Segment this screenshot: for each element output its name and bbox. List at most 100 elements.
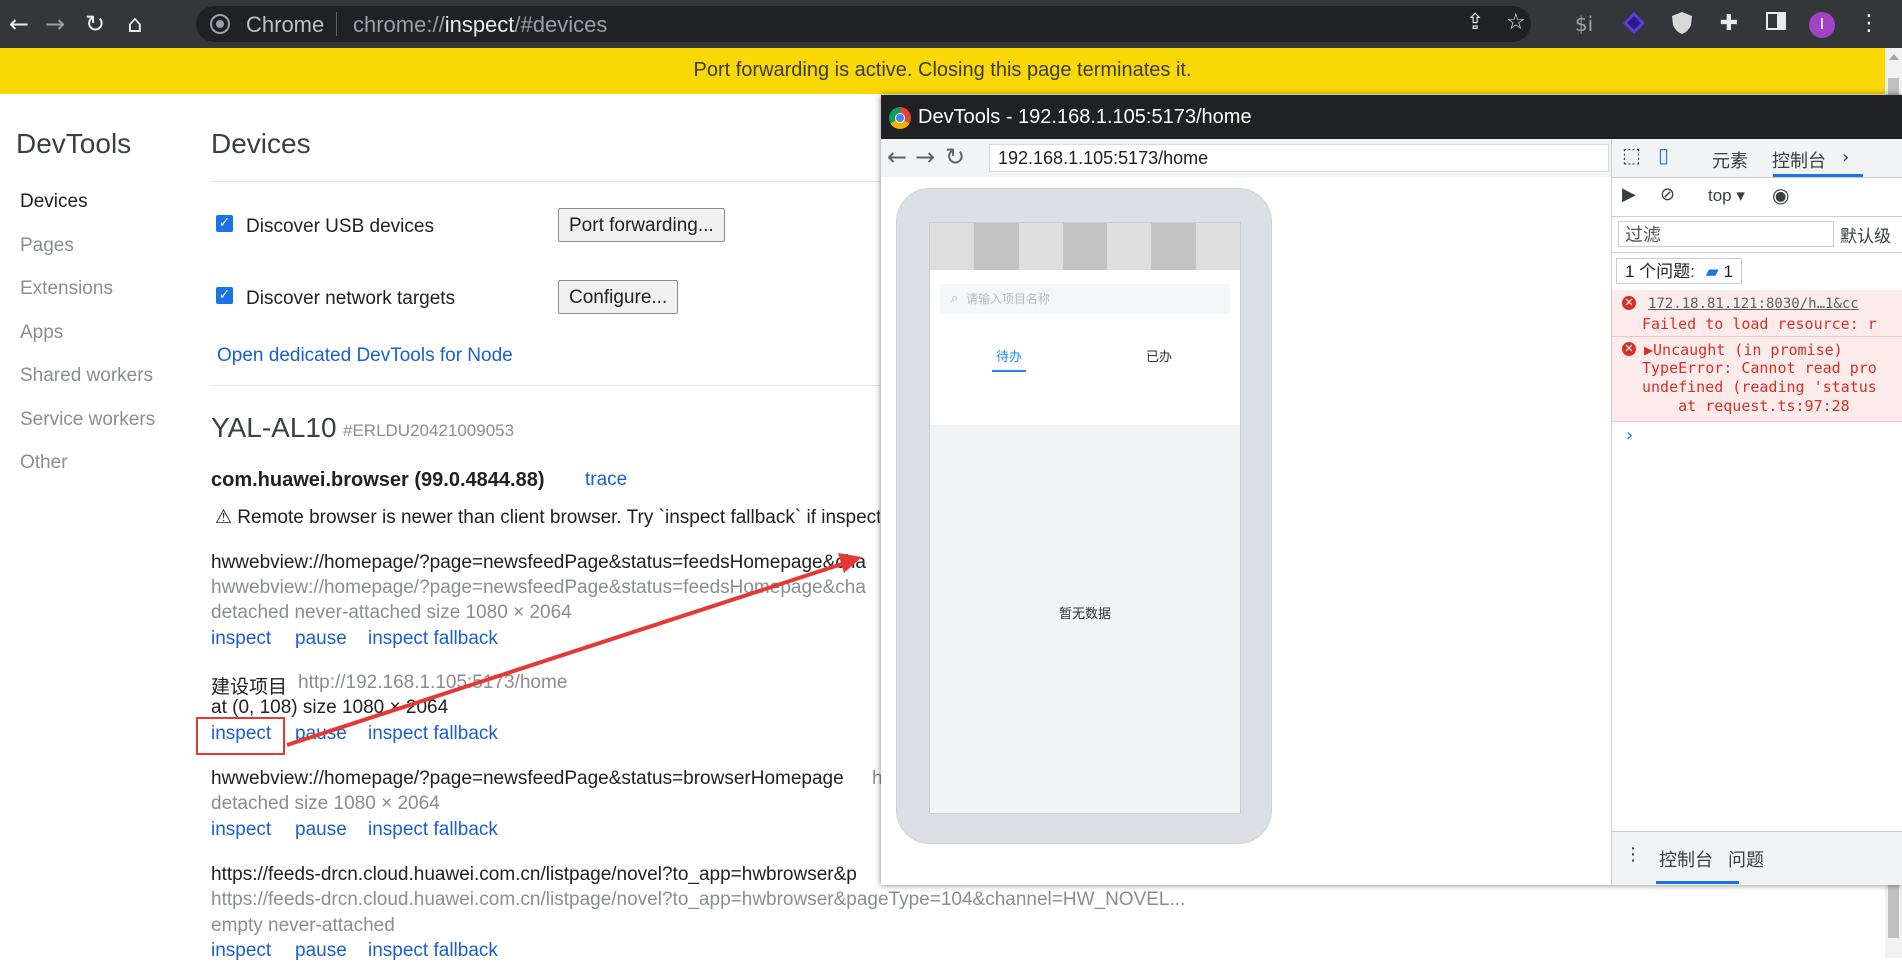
error-stack-link[interactable]: at request.ts:97:28 — [1642, 397, 1850, 415]
back-icon[interactable]: ← — [4, 9, 34, 39]
active-tab-indicator — [1656, 881, 1739, 884]
target-url: hwwebview://homepage/?page=newsfeedPage&… — [211, 577, 866, 598]
console-error-row[interactable]: ✕ ▶Uncaught (in promise) TypeError: Cann… — [1612, 337, 1902, 422]
browser-toolbar: ← → ↻ ⌂ Chrome chrome://inspect/#devices… — [0, 0, 1902, 48]
forward-icon[interactable]: → — [40, 9, 70, 39]
console-toolbar: ▶ ⊘ top ▾ ◉ — [1612, 178, 1902, 217]
tab-pending[interactable]: 待办 — [996, 346, 1022, 365]
port-forwarding-button[interactable]: Port forwarding... — [558, 208, 725, 242]
issues-label: 1 个问题: — [1625, 262, 1695, 281]
home-icon[interactable]: ⌂ — [120, 9, 150, 39]
extension-diamond-icon[interactable] — [1620, 10, 1648, 38]
screencast-viewport[interactable]: ⌕ 请输入项目名称 待办 已办 暂无数据 — [881, 177, 1611, 885]
extension-shield-icon[interactable] — [1668, 10, 1696, 38]
clear-console-icon[interactable]: ⊘ — [1660, 184, 1675, 205]
sidepanel-icon[interactable] — [1762, 10, 1790, 38]
sidebar-item-extensions[interactable]: Extensions — [20, 278, 113, 300]
drawer-tabbar: ⋮ 控制台 问题 — [1612, 831, 1902, 885]
address-url[interactable]: chrome://inspect/#devices — [353, 12, 607, 38]
discover-network-checkbox[interactable]: ✓ — [216, 287, 233, 304]
divider — [211, 181, 911, 182]
log-level-dropdown[interactable]: 默认级 — [1840, 222, 1891, 247]
reload-icon[interactable]: ↻ — [945, 143, 965, 171]
issues-count: 1 — [1723, 262, 1733, 281]
issues-button[interactable]: 1 个问题: ▰ 1 — [1616, 258, 1742, 284]
inspect-fallback-link[interactable]: inspect fallback — [368, 819, 498, 841]
live-expression-eye-icon[interactable]: ◉ — [1772, 183, 1789, 207]
target-url: https://feeds-drcn.cloud.huawei.com.cn/l… — [211, 889, 1186, 910]
sidebar-item-service-workers[interactable]: Service workers — [20, 409, 155, 431]
inspect-link[interactable]: inspect — [211, 940, 271, 962]
discover-usb-checkbox[interactable]: ✓ — [216, 215, 233, 232]
error-icon: ✕ — [1622, 296, 1636, 310]
pause-link[interactable]: pause — [295, 628, 347, 650]
devtools-window-title: DevTools - 192.168.1.105:5173/home — [918, 106, 1252, 128]
profile-avatar[interactable]: I — [1809, 12, 1835, 38]
inspect-element-icon[interactable]: ⬚ — [1622, 143, 1641, 167]
sidebar-item-devices[interactable]: Devices — [20, 191, 88, 213]
inspect-fallback-link[interactable]: inspect fallback — [368, 940, 498, 962]
device-serial: #ERLDU20421009053 — [343, 421, 515, 440]
site-info-icon[interactable] — [210, 14, 230, 34]
drawer-tab-issues[interactable]: 问题 — [1728, 846, 1764, 872]
active-tab-indicator — [992, 370, 1026, 372]
tab-elements[interactable]: 元素 — [1712, 147, 1748, 173]
inspect-fallback-link[interactable]: inspect fallback — [368, 723, 498, 745]
screencast-url-input[interactable]: 192.168.1.105:5173/home — [989, 144, 1609, 172]
extension-text-icon[interactable]: $i — [1570, 10, 1598, 38]
divider — [211, 385, 911, 386]
console-prompt-icon[interactable]: › — [1624, 425, 1635, 446]
project-search-input[interactable]: ⌕ 请输入项目名称 — [940, 284, 1230, 314]
sidebar-toggle-icon[interactable]: ▶ — [1622, 184, 1636, 205]
phone-screen[interactable]: ⌕ 请输入项目名称 待办 已办 暂无数据 — [929, 222, 1241, 814]
puzzle-icon[interactable]: ✚ — [1715, 10, 1743, 38]
share-icon[interactable]: ⇪ — [1466, 10, 1484, 35]
pause-link[interactable]: pause — [295, 819, 347, 841]
page-title: Devices — [211, 128, 311, 159]
menu-icon[interactable]: ⋮ — [1855, 10, 1883, 38]
error-source-link[interactable]: 172.18.81.121:8030/h…1&cc — [1648, 296, 1859, 312]
sidebar-item-shared-workers[interactable]: Shared workers — [20, 365, 153, 387]
app-header: ⌕ 请输入项目名称 待办 已办 — [930, 270, 1240, 425]
active-tab-indicator — [1773, 174, 1863, 177]
drawer-tab-console[interactable]: 控制台 — [1659, 846, 1713, 872]
search-placeholder: 请输入项目名称 — [966, 292, 1051, 306]
error-message[interactable]: ▶Uncaught (in promise) — [1644, 341, 1843, 359]
phone-frame: ⌕ 请输入项目名称 待办 已办 暂无数据 — [896, 188, 1272, 844]
console-filter-input[interactable]: 过滤 — [1618, 221, 1834, 247]
target-meta: detached size 1080 × 2064 — [211, 793, 440, 814]
context-selector[interactable]: top ▾ — [1708, 186, 1745, 206]
target-meta: empty never-attached — [211, 915, 395, 936]
drawer-menu-icon[interactable]: ⋮ — [1624, 844, 1642, 865]
tab-done[interactable]: 已办 — [1146, 346, 1172, 365]
pause-link[interactable]: pause — [295, 940, 347, 962]
device-name: YAL-AL10 — [211, 412, 337, 443]
tab-console[interactable]: 控制台 — [1772, 147, 1826, 173]
configure-button[interactable]: Configure... — [558, 280, 679, 314]
more-tabs-icon[interactable]: › — [1842, 147, 1849, 168]
sidebar-title: DevTools — [16, 128, 132, 159]
console-error-row[interactable]: ✕ 172.18.81.121:8030/h…1&cc Failed to lo… — [1612, 290, 1902, 337]
devtools-titlebar[interactable]: DevTools - 192.168.1.105:5173/home — [881, 95, 1902, 139]
trace-link[interactable]: trace — [585, 469, 627, 491]
open-node-devtools-link[interactable]: Open dedicated DevTools for Node — [217, 345, 513, 367]
back-icon[interactable]: ← — [887, 143, 907, 171]
inspect-link[interactable]: inspect — [211, 628, 271, 650]
sidebar-item-pages[interactable]: Pages — [20, 235, 74, 257]
sidebar-item-other[interactable]: Other — [20, 452, 68, 474]
discover-usb-label: Discover USB devices — [246, 216, 434, 237]
target-title: 建设项目 — [211, 677, 288, 698]
target-title: https://feeds-drcn.cloud.huawei.com.cn/l… — [211, 864, 857, 885]
sidebar-item-apps[interactable]: Apps — [20, 322, 63, 344]
address-bar[interactable]: Chrome chrome://inspect/#devices ⇪ ☆ — [196, 6, 1531, 42]
discover-network-label: Discover network targets — [246, 288, 456, 309]
star-icon[interactable]: ☆ — [1506, 10, 1526, 35]
scroll-up-icon[interactable] — [1889, 54, 1899, 60]
pause-link[interactable]: pause — [295, 723, 347, 745]
device-toolbar-icon[interactable]: ▯ — [1658, 143, 1669, 167]
reload-icon[interactable]: ↻ — [80, 9, 110, 39]
issue-message-icon: ▰ — [1705, 262, 1719, 282]
inspect-link[interactable]: inspect — [211, 819, 271, 841]
forward-icon[interactable]: → — [915, 143, 935, 171]
inspect-fallback-link[interactable]: inspect fallback — [368, 628, 498, 650]
